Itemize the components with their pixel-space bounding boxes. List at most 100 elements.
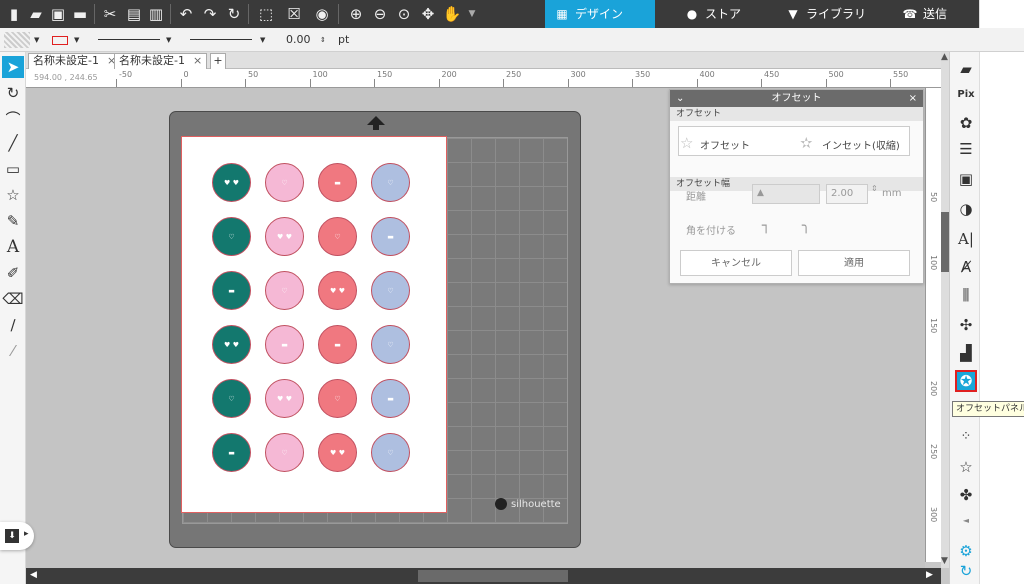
offset-panel-icon[interactable]: ✪ xyxy=(955,370,977,392)
offset-button[interactable]: オフセット xyxy=(700,137,750,152)
edit-points-icon[interactable]: ↻ xyxy=(2,82,24,104)
chevron-down-icon[interactable]: ▼ xyxy=(74,32,79,48)
sticker-circle[interactable]: ▬ xyxy=(318,163,357,202)
sticker-circle[interactable]: ♥ ♥ xyxy=(212,325,251,364)
pan-hand-icon[interactable]: ✋ xyxy=(442,4,462,24)
sticker-circle[interactable]: ♡ xyxy=(212,217,251,256)
scroll-down-icon[interactable]: ▼ xyxy=(941,556,948,566)
sticker-circle[interactable]: ♡ xyxy=(318,217,357,256)
page-setup-icon[interactable]: ▰ xyxy=(955,58,977,80)
sticker-circle[interactable]: ♥ ♥ xyxy=(318,271,357,310)
select-all-icon[interactable]: ⬚ xyxy=(256,4,276,24)
horizontal-scroll-thumb[interactable] xyxy=(418,570,568,582)
chevron-down-icon[interactable]: ▼ xyxy=(166,32,171,48)
spinner-icon[interactable]: ⇕ xyxy=(871,184,878,193)
line-width-preview[interactable] xyxy=(190,39,252,40)
offset-star-icon[interactable]: ☆ xyxy=(680,134,693,152)
tab-store[interactable]: ● ストア xyxy=(675,0,775,28)
polygon-tool-icon[interactable]: ☆ xyxy=(2,184,24,206)
sticker-circle[interactable]: ▬ xyxy=(371,217,410,256)
align-icon[interactable]: ⫼ xyxy=(955,284,977,306)
sticker-circle[interactable]: ▬ xyxy=(318,325,357,364)
tab-design[interactable]: ▦ デザイン xyxy=(545,0,655,28)
import-button[interactable]: ⬇ ▸ xyxy=(0,522,34,550)
brush-tool-icon[interactable]: ∕ xyxy=(2,314,24,336)
undo-icon[interactable]: ↶ xyxy=(176,4,196,24)
vertical-scrollbar[interactable]: ▲ ▼ xyxy=(941,52,949,568)
zoom-in-icon[interactable]: ⊕ xyxy=(346,4,366,24)
scroll-right-icon[interactable]: ▶ xyxy=(926,570,933,580)
add-tab-button[interactable]: + xyxy=(210,53,226,69)
sticker-circle[interactable]: ♡ xyxy=(265,433,304,472)
line-style-icon[interactable]: ☰ xyxy=(955,138,977,160)
sticker-circle[interactable]: ▬ xyxy=(212,271,251,310)
deselect-icon[interactable]: ☒ xyxy=(284,4,304,24)
spinner-icon[interactable]: ⇕ xyxy=(320,32,326,48)
sticker-circle[interactable]: ♡ xyxy=(265,163,304,202)
document-tab-active[interactable]: 名称未設定-1 × xyxy=(114,53,208,69)
cancel-button[interactable]: キャンセル xyxy=(680,250,792,276)
vertical-scroll-thumb[interactable] xyxy=(941,212,949,272)
close-icon[interactable]: × xyxy=(193,54,202,67)
tab-library[interactable]: ▼ ライブラリ xyxy=(776,0,876,28)
sticker-circle[interactable]: ▬ xyxy=(371,379,410,418)
rectangle-tool-icon[interactable]: ▭ xyxy=(2,158,24,180)
text-style-icon[interactable]: A| xyxy=(955,228,977,250)
bezier-tool-icon[interactable]: ⌒ xyxy=(2,108,24,130)
pixscan-icon[interactable]: Pix xyxy=(955,84,977,106)
sticker-circle[interactable]: ♥ ♥ xyxy=(318,433,357,472)
collapse-icon[interactable]: ◄ xyxy=(955,510,977,532)
sticker-circle[interactable]: ♡ xyxy=(371,271,410,310)
inset-star-icon[interactable]: ✫ xyxy=(800,134,813,152)
redo-icon[interactable]: ↷ xyxy=(200,4,220,24)
document-tab[interactable]: 名称未設定-1 × xyxy=(28,53,122,69)
sticker-circle[interactable]: ♡ xyxy=(212,379,251,418)
refresh-icon[interactable]: ↻ xyxy=(955,560,977,582)
cut-icon[interactable]: ✂ xyxy=(100,4,120,24)
inset-button[interactable]: インセット(収縮) xyxy=(822,137,900,152)
eraser-tool-icon[interactable]: ⌫ xyxy=(2,288,24,310)
replicate-icon[interactable]: ✣ xyxy=(955,314,977,336)
open-folder-icon[interactable]: ▰ xyxy=(26,4,46,24)
sticker-circle[interactable]: ▬ xyxy=(212,433,251,472)
redraw-icon[interactable]: ↻ xyxy=(224,4,244,24)
line-width-input[interactable]: 0.00 xyxy=(286,32,311,48)
tab-send[interactable]: ☎ 送信 xyxy=(893,0,973,28)
sticker-circle[interactable]: ♥ ♥ xyxy=(265,217,304,256)
chevron-down-icon[interactable]: ▼ xyxy=(260,32,265,48)
fill-color-icon[interactable]: ✿ xyxy=(955,112,977,134)
sticker-circle[interactable]: ♡ xyxy=(371,325,410,364)
puzzle-icon[interactable]: ✤ xyxy=(955,484,977,506)
sticker-circle[interactable]: ♡ xyxy=(318,379,357,418)
apply-button[interactable]: 適用 xyxy=(798,250,910,276)
paste-icon[interactable]: ▥ xyxy=(146,4,166,24)
round-corner-icon[interactable]: ╮ xyxy=(802,218,810,234)
copy-icon[interactable]: ▤ xyxy=(124,4,144,24)
line-tool-icon[interactable]: ╱ xyxy=(2,132,24,154)
chevron-down-icon[interactable]: ▼ xyxy=(34,32,39,48)
scroll-left-icon[interactable]: ◀ xyxy=(30,570,37,580)
chevron-down-icon[interactable]: ⌄ xyxy=(676,90,684,107)
shadow-icon[interactable]: ◑ xyxy=(955,198,977,220)
horizontal-scrollbar[interactable]: ◀ ▶ xyxy=(26,568,941,584)
trace-icon[interactable]: ⁘ xyxy=(955,426,977,448)
line-color-swatch[interactable] xyxy=(52,36,68,45)
sticker-circle[interactable]: ♥ ♥ xyxy=(265,379,304,418)
modify-icon[interactable]: ▟ xyxy=(955,342,977,364)
text-on-path-icon[interactable]: Ⱥ xyxy=(955,256,977,278)
zoom-out-icon[interactable]: ⊖ xyxy=(370,4,390,24)
save-icon[interactable]: ▣ xyxy=(48,4,68,24)
sticker-circle[interactable]: ♡ xyxy=(371,433,410,472)
eyedropper-tool-icon[interactable]: ⁄ xyxy=(2,340,24,362)
text-tool-icon[interactable]: A xyxy=(2,236,24,258)
fill-pattern-swatch[interactable] xyxy=(4,32,30,48)
chevron-down-icon[interactable]: ▼ xyxy=(462,4,482,24)
slider-handle-icon[interactable]: ▲ xyxy=(757,188,764,198)
sticker-circle[interactable]: ♡ xyxy=(371,163,410,202)
sharp-corner-icon[interactable]: ┐ xyxy=(762,218,770,234)
select-tool-icon[interactable]: ➤ xyxy=(2,56,24,78)
line-style-preview[interactable] xyxy=(98,39,160,40)
pattern-icon[interactable]: ▣ xyxy=(955,168,977,190)
sticker-circle[interactable]: ▬ xyxy=(265,325,304,364)
move-icon[interactable]: ✥ xyxy=(418,4,438,24)
